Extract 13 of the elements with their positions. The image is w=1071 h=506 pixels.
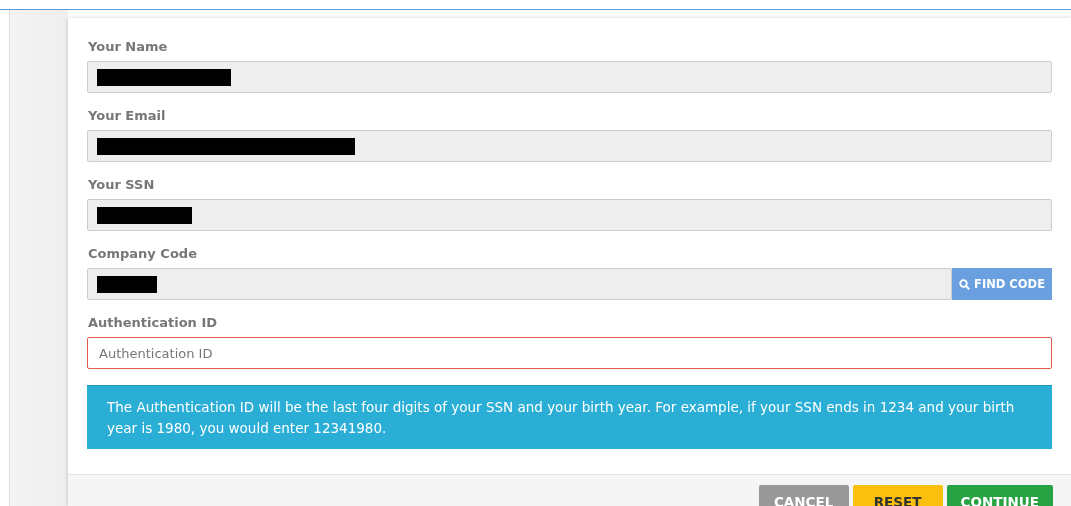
text-field[interactable] bbox=[87, 268, 953, 300]
field-label: Your SSN bbox=[88, 176, 156, 194]
text-field[interactable] bbox=[87, 61, 1052, 93]
search-icon bbox=[959, 278, 971, 290]
info-alert: The Authentication ID will be the last four digits of your SSN and your birth year. For example, if your SSN ends in 1234 and your birth year is 1980, you would enter 12341980. bbox=[87, 385, 1052, 449]
input-field[interactable]: Authentication ID bbox=[87, 337, 1052, 369]
field-label: Authentication ID bbox=[88, 314, 219, 332]
text-field[interactable] bbox=[87, 199, 1052, 231]
text-field[interactable] bbox=[87, 130, 1052, 162]
field-label: Your Email bbox=[88, 107, 167, 125]
field-label: Your Name bbox=[88, 38, 169, 56]
field-label: Company Code bbox=[88, 245, 198, 263]
find-code-button[interactable]: FIND CODE bbox=[952, 268, 1052, 300]
